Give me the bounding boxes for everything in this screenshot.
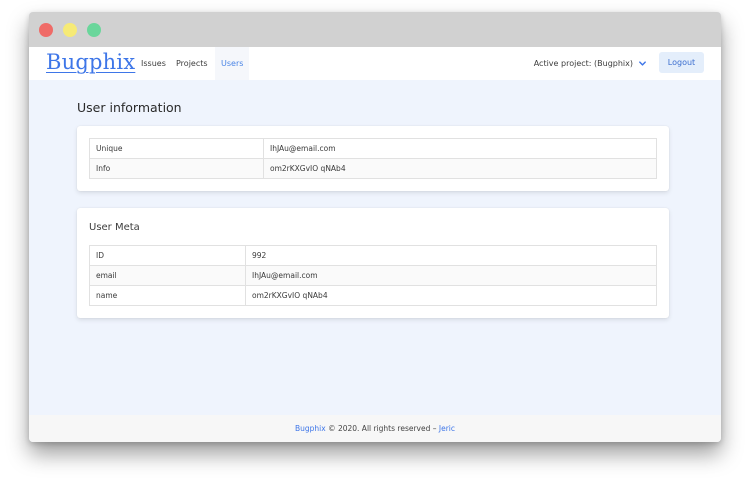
- active-project-label: Active project: (Bugphix): [533, 59, 633, 68]
- user-info-table: Unique IhJAu@email.com Info om2rKXGvIO q…: [89, 138, 657, 179]
- table-row: Info om2rKXGvIO qNAb4: [89, 158, 657, 179]
- brand-logo-link[interactable]: Bugphix: [46, 50, 135, 74]
- nav-link-projects[interactable]: Projects: [170, 47, 214, 80]
- user-meta-card: User Meta ID 992 email IhJAu@email.com n…: [77, 208, 669, 318]
- browser-window: Bugphix Issues Projects Users Active pro…: [29, 12, 721, 442]
- user-info-card: Unique IhJAu@email.com Info om2rKXGvIO q…: [77, 126, 669, 191]
- table-row: name om2rKXGvIO qNAb4: [89, 285, 657, 306]
- table-key-cell: email: [89, 265, 246, 286]
- table-row: ID 992: [89, 245, 657, 266]
- top-navbar: Bugphix Issues Projects Users Active pro…: [29, 47, 721, 80]
- table-value-cell: IhJAu@email.com: [245, 265, 657, 286]
- table-key-cell: Unique: [89, 138, 264, 159]
- window-minimize-button[interactable]: [63, 23, 77, 37]
- table-key-cell: ID: [89, 245, 246, 266]
- page-title: User information: [77, 100, 182, 115]
- footer-copyright-text: © 2020. All rights reserved –: [325, 424, 439, 433]
- page-footer: Bugphix © 2020. All rights reserved – Je…: [29, 415, 721, 442]
- footer-brand-link[interactable]: Bugphix: [295, 424, 326, 433]
- window-zoom-button[interactable]: [87, 23, 101, 37]
- table-value-cell: om2rKXGvIO qNAb4: [245, 285, 657, 306]
- footer-author-link[interactable]: Jeric: [439, 424, 455, 433]
- table-value-cell: 992: [245, 245, 657, 266]
- table-key-cell: name: [89, 285, 246, 306]
- chevron-down-icon: [639, 61, 646, 66]
- window-close-button[interactable]: [39, 23, 53, 37]
- nav-link-issues[interactable]: Issues: [135, 47, 172, 80]
- nav-link-users[interactable]: Users: [215, 47, 250, 80]
- active-project-dropdown[interactable]: Active project: (Bugphix): [534, 47, 647, 80]
- table-value-cell: om2rKXGvIO qNAb4: [263, 158, 657, 179]
- user-meta-title: User Meta: [89, 222, 140, 233]
- user-meta-table: ID 992 email IhJAu@email.com name om2rKX…: [89, 245, 657, 306]
- table-key-cell: Info: [89, 158, 264, 179]
- window-titlebar: [29, 12, 721, 47]
- table-row: Unique IhJAu@email.com: [89, 138, 657, 159]
- table-row: email IhJAu@email.com: [89, 265, 657, 286]
- table-value-cell: IhJAu@email.com: [263, 138, 657, 159]
- logout-button[interactable]: Logout: [659, 52, 704, 73]
